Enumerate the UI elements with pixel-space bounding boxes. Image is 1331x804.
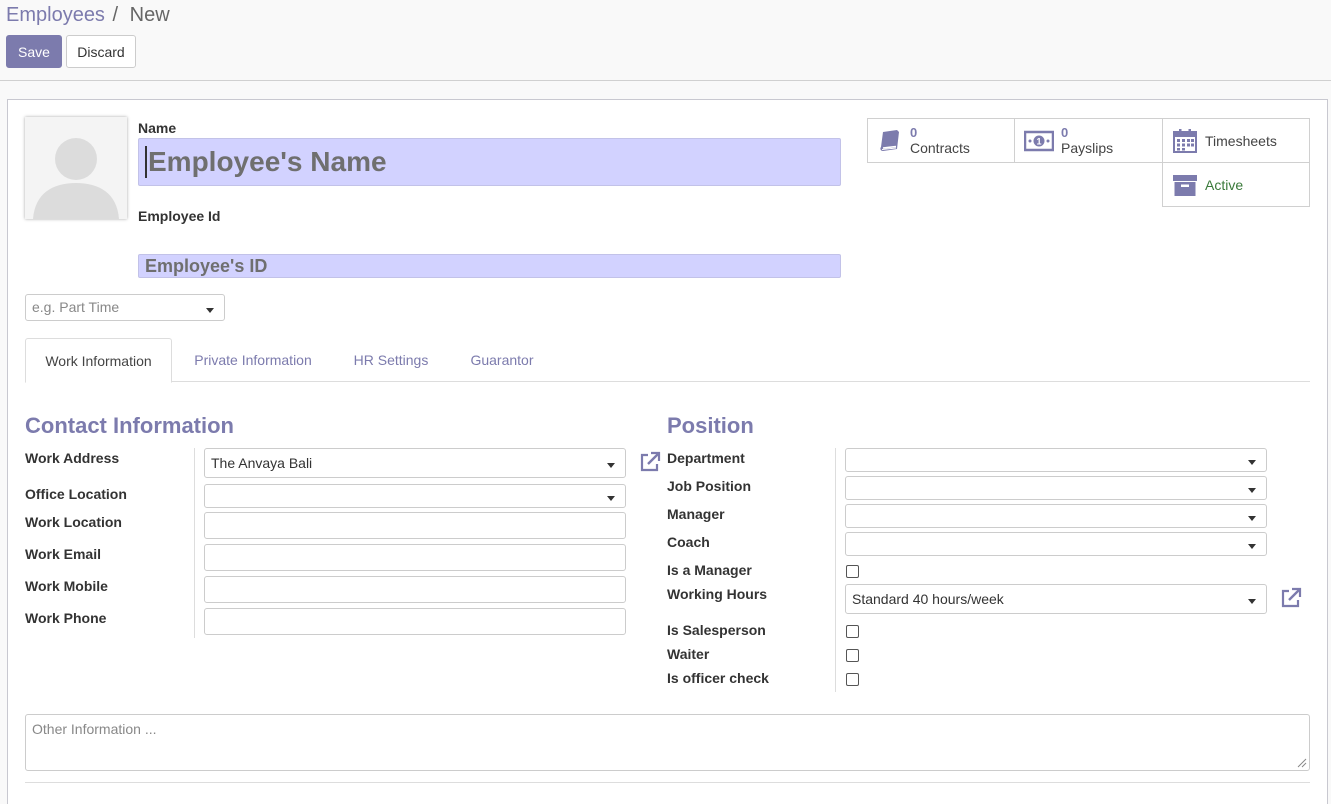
breadcrumb-separator: /: [112, 4, 119, 26]
other-information-textarea[interactable]: Other Information ...: [25, 714, 1310, 771]
chevron-down-icon: [206, 307, 214, 313]
payslips-button[interactable]: 1 0 Payslips: [1014, 118, 1163, 163]
active-label: Active: [1205, 176, 1244, 193]
employee-name-placeholder: Employee's Name: [148, 146, 387, 177]
work-location-input[interactable]: [204, 512, 626, 539]
chevron-down-icon: [1248, 599, 1256, 604]
timesheets-button[interactable]: Timesheets: [1162, 118, 1310, 163]
working-hours-value: Standard 40 hours/week: [852, 591, 1004, 607]
chevron-down-icon: [1248, 516, 1256, 521]
payslips-label: Payslips: [1061, 139, 1114, 156]
job-position-select[interactable]: [845, 476, 1267, 500]
work-email-label: Work Email: [25, 546, 101, 562]
employee-type-select[interactable]: e.g. Part Time: [25, 294, 225, 321]
save-button[interactable]: Save: [6, 35, 62, 68]
archive-icon: [1171, 171, 1199, 199]
work-phone-label: Work Phone: [25, 610, 107, 626]
breadcrumb-current: New: [129, 4, 170, 26]
work-mobile-input[interactable]: [204, 576, 626, 603]
employee-name-input[interactable]: Employee's Name: [138, 138, 841, 186]
svg-text:1: 1: [1036, 136, 1041, 146]
chevron-down-icon: [607, 496, 615, 501]
work-address-label: Work Address: [25, 450, 120, 466]
employee-id-input[interactable]: Employee's ID: [138, 254, 841, 278]
tab-hr-settings[interactable]: HR Settings: [340, 338, 442, 382]
employee-type-placeholder: e.g. Part Time: [32, 299, 120, 315]
tab-guarantor[interactable]: Guarantor: [456, 338, 548, 382]
person-placeholder-icon: [25, 117, 127, 219]
is-officer-check-checkbox[interactable]: [846, 673, 859, 686]
manager-select[interactable]: [845, 504, 1267, 528]
tab-work-information[interactable]: Work Information: [25, 338, 172, 383]
work-email-input[interactable]: [204, 544, 626, 571]
contact-divider: [194, 448, 195, 638]
text-cursor: [145, 146, 147, 178]
breadcrumb-employees-link[interactable]: Employees: [6, 4, 105, 26]
coach-label: Coach: [667, 534, 710, 550]
work-address-select[interactable]: The Anvaya Bali: [204, 448, 626, 478]
employee-id-label: Employee Id: [138, 208, 221, 224]
name-label: Name: [138, 120, 177, 136]
chevron-down-icon: [1248, 460, 1256, 465]
office-location-label: Office Location: [25, 486, 127, 502]
position-divider: [835, 448, 836, 692]
timesheets-label: Timesheets: [1205, 132, 1277, 149]
office-location-select[interactable]: [204, 484, 626, 508]
contracts-label: Contracts: [910, 139, 970, 156]
work-address-value: The Anvaya Bali: [211, 455, 313, 471]
control-panel: Employees / New Save Discard: [0, 0, 1331, 81]
contracts-button[interactable]: 0 Contracts: [867, 118, 1015, 163]
department-select[interactable]: [845, 448, 1267, 472]
calendar-icon: [1171, 127, 1199, 155]
contact-information-title: Contact Information: [25, 413, 234, 438]
is-officer-check-label: Is officer check: [667, 670, 769, 686]
department-label: Department: [667, 450, 745, 466]
contracts-count: 0: [910, 124, 918, 140]
is-salesperson-checkbox[interactable]: [846, 625, 859, 638]
work-location-label: Work Location: [25, 514, 122, 530]
external-link-icon[interactable]: [639, 451, 661, 473]
waiter-checkbox[interactable]: [846, 649, 859, 662]
is-manager-checkbox[interactable]: [846, 565, 859, 578]
sheet-bottom-divider: [25, 782, 1310, 783]
money-icon: 1: [1023, 127, 1055, 155]
book-icon: [876, 127, 904, 155]
position-title: Position: [667, 413, 754, 438]
chevron-down-icon: [1248, 488, 1256, 493]
work-mobile-label: Work Mobile: [25, 578, 108, 594]
breadcrumb: Employees / New: [6, 4, 170, 27]
manager-label: Manager: [667, 506, 725, 522]
work-phone-input[interactable]: [204, 608, 626, 635]
discard-button[interactable]: Discard: [66, 35, 136, 68]
active-toggle-button[interactable]: Active: [1162, 162, 1310, 207]
notebook-tabs: Work Information Private Information HR …: [25, 338, 1310, 383]
employee-avatar[interactable]: [25, 117, 127, 219]
external-link-icon[interactable]: [1280, 587, 1302, 609]
coach-select[interactable]: [845, 532, 1267, 556]
is-salesperson-label: Is Salesperson: [667, 622, 766, 638]
other-information-placeholder: Other Information ...: [32, 721, 157, 737]
chevron-down-icon: [1248, 544, 1256, 549]
chevron-down-icon: [607, 463, 615, 468]
is-manager-label: Is a Manager: [667, 562, 752, 578]
job-position-label: Job Position: [667, 478, 751, 494]
resize-handle-icon[interactable]: [1297, 758, 1307, 768]
waiter-label: Waiter: [667, 646, 710, 662]
working-hours-select[interactable]: Standard 40 hours/week: [845, 584, 1267, 614]
form-sheet: Name Employee's Name Employee Id Employe…: [7, 99, 1328, 804]
working-hours-label: Working Hours: [667, 586, 768, 602]
payslips-count: 0: [1061, 124, 1069, 140]
tab-private-information[interactable]: Private Information: [178, 338, 328, 382]
